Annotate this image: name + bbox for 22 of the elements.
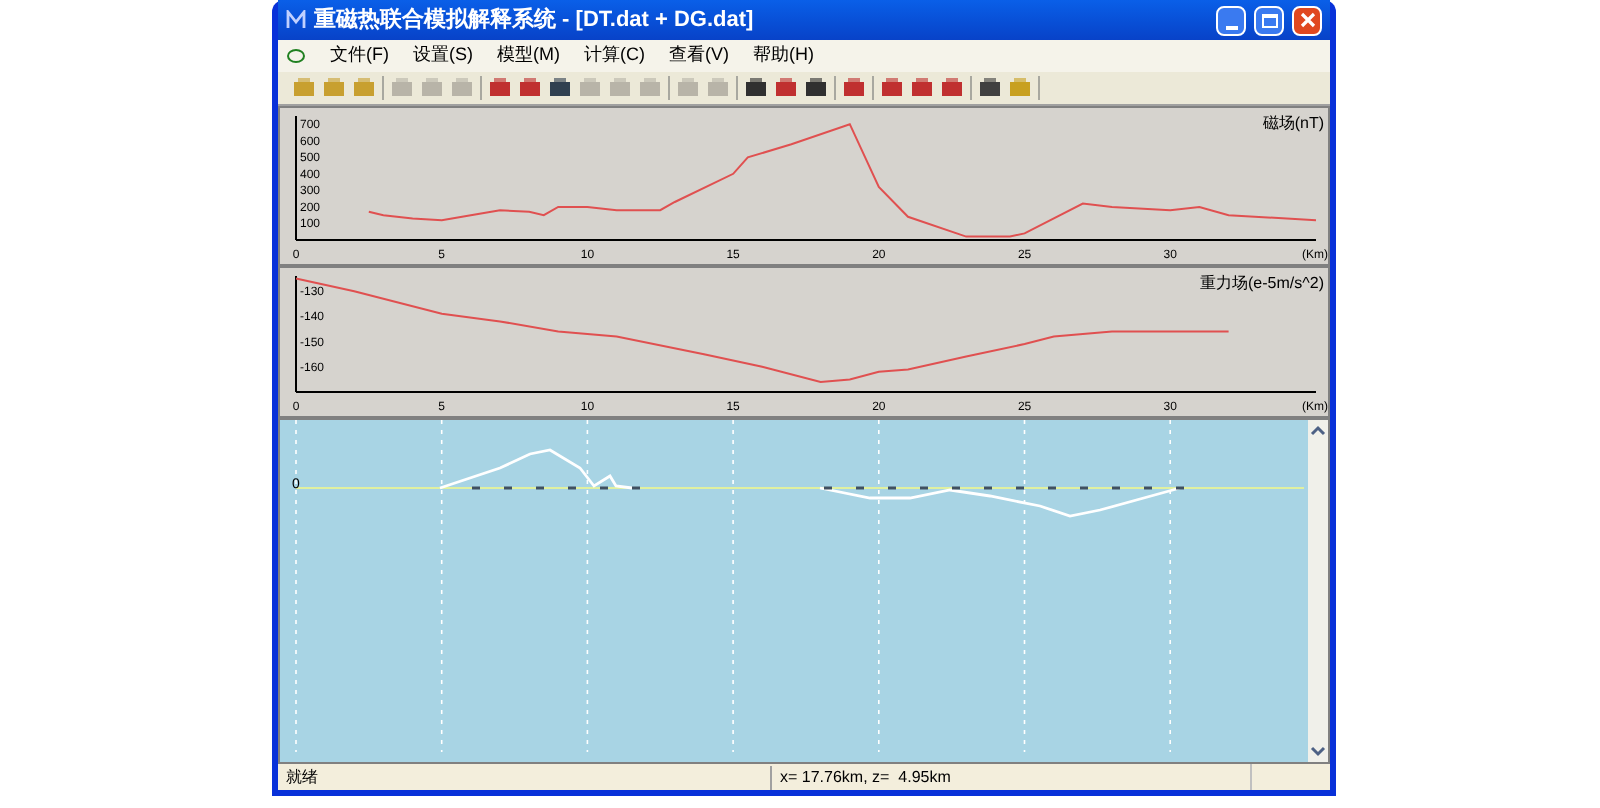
scroll-up-icon[interactable] bbox=[1308, 420, 1328, 440]
menu-item[interactable]: 设置(S) bbox=[413, 42, 473, 70]
window-title: 重磁热联合模拟解释系统 - [DT.dat + DG.dat] bbox=[314, 5, 756, 36]
menu-item[interactable]: 查看(V) bbox=[669, 42, 729, 70]
chart-title: 重力场(e-5m/s^2) bbox=[1200, 274, 1324, 292]
app-icon bbox=[286, 10, 306, 30]
vertical-scrollbar[interactable] bbox=[1308, 420, 1328, 762]
menu-item[interactable]: 文件(F) bbox=[330, 42, 389, 70]
y-axis bbox=[295, 275, 297, 393]
maximize-button[interactable] bbox=[1254, 5, 1284, 35]
close-icon bbox=[1299, 12, 1315, 28]
close-button[interactable] bbox=[1292, 5, 1322, 35]
scroll-down-icon[interactable] bbox=[1308, 742, 1328, 762]
menu-item[interactable]: 帮助(H) bbox=[753, 42, 814, 70]
y-axis bbox=[295, 115, 297, 241]
menu-item[interactable]: 计算(C) bbox=[584, 42, 645, 70]
status-text: 就绪 bbox=[284, 765, 320, 789]
coordinates-text: x= 17.76km, z= 4.95km bbox=[770, 765, 1250, 789]
menu-item[interactable]: 模型(M) bbox=[497, 42, 560, 70]
document-icon bbox=[286, 48, 306, 64]
minimize-button[interactable] bbox=[1216, 5, 1246, 35]
chart-title: 磁场(nT) bbox=[1262, 114, 1324, 132]
